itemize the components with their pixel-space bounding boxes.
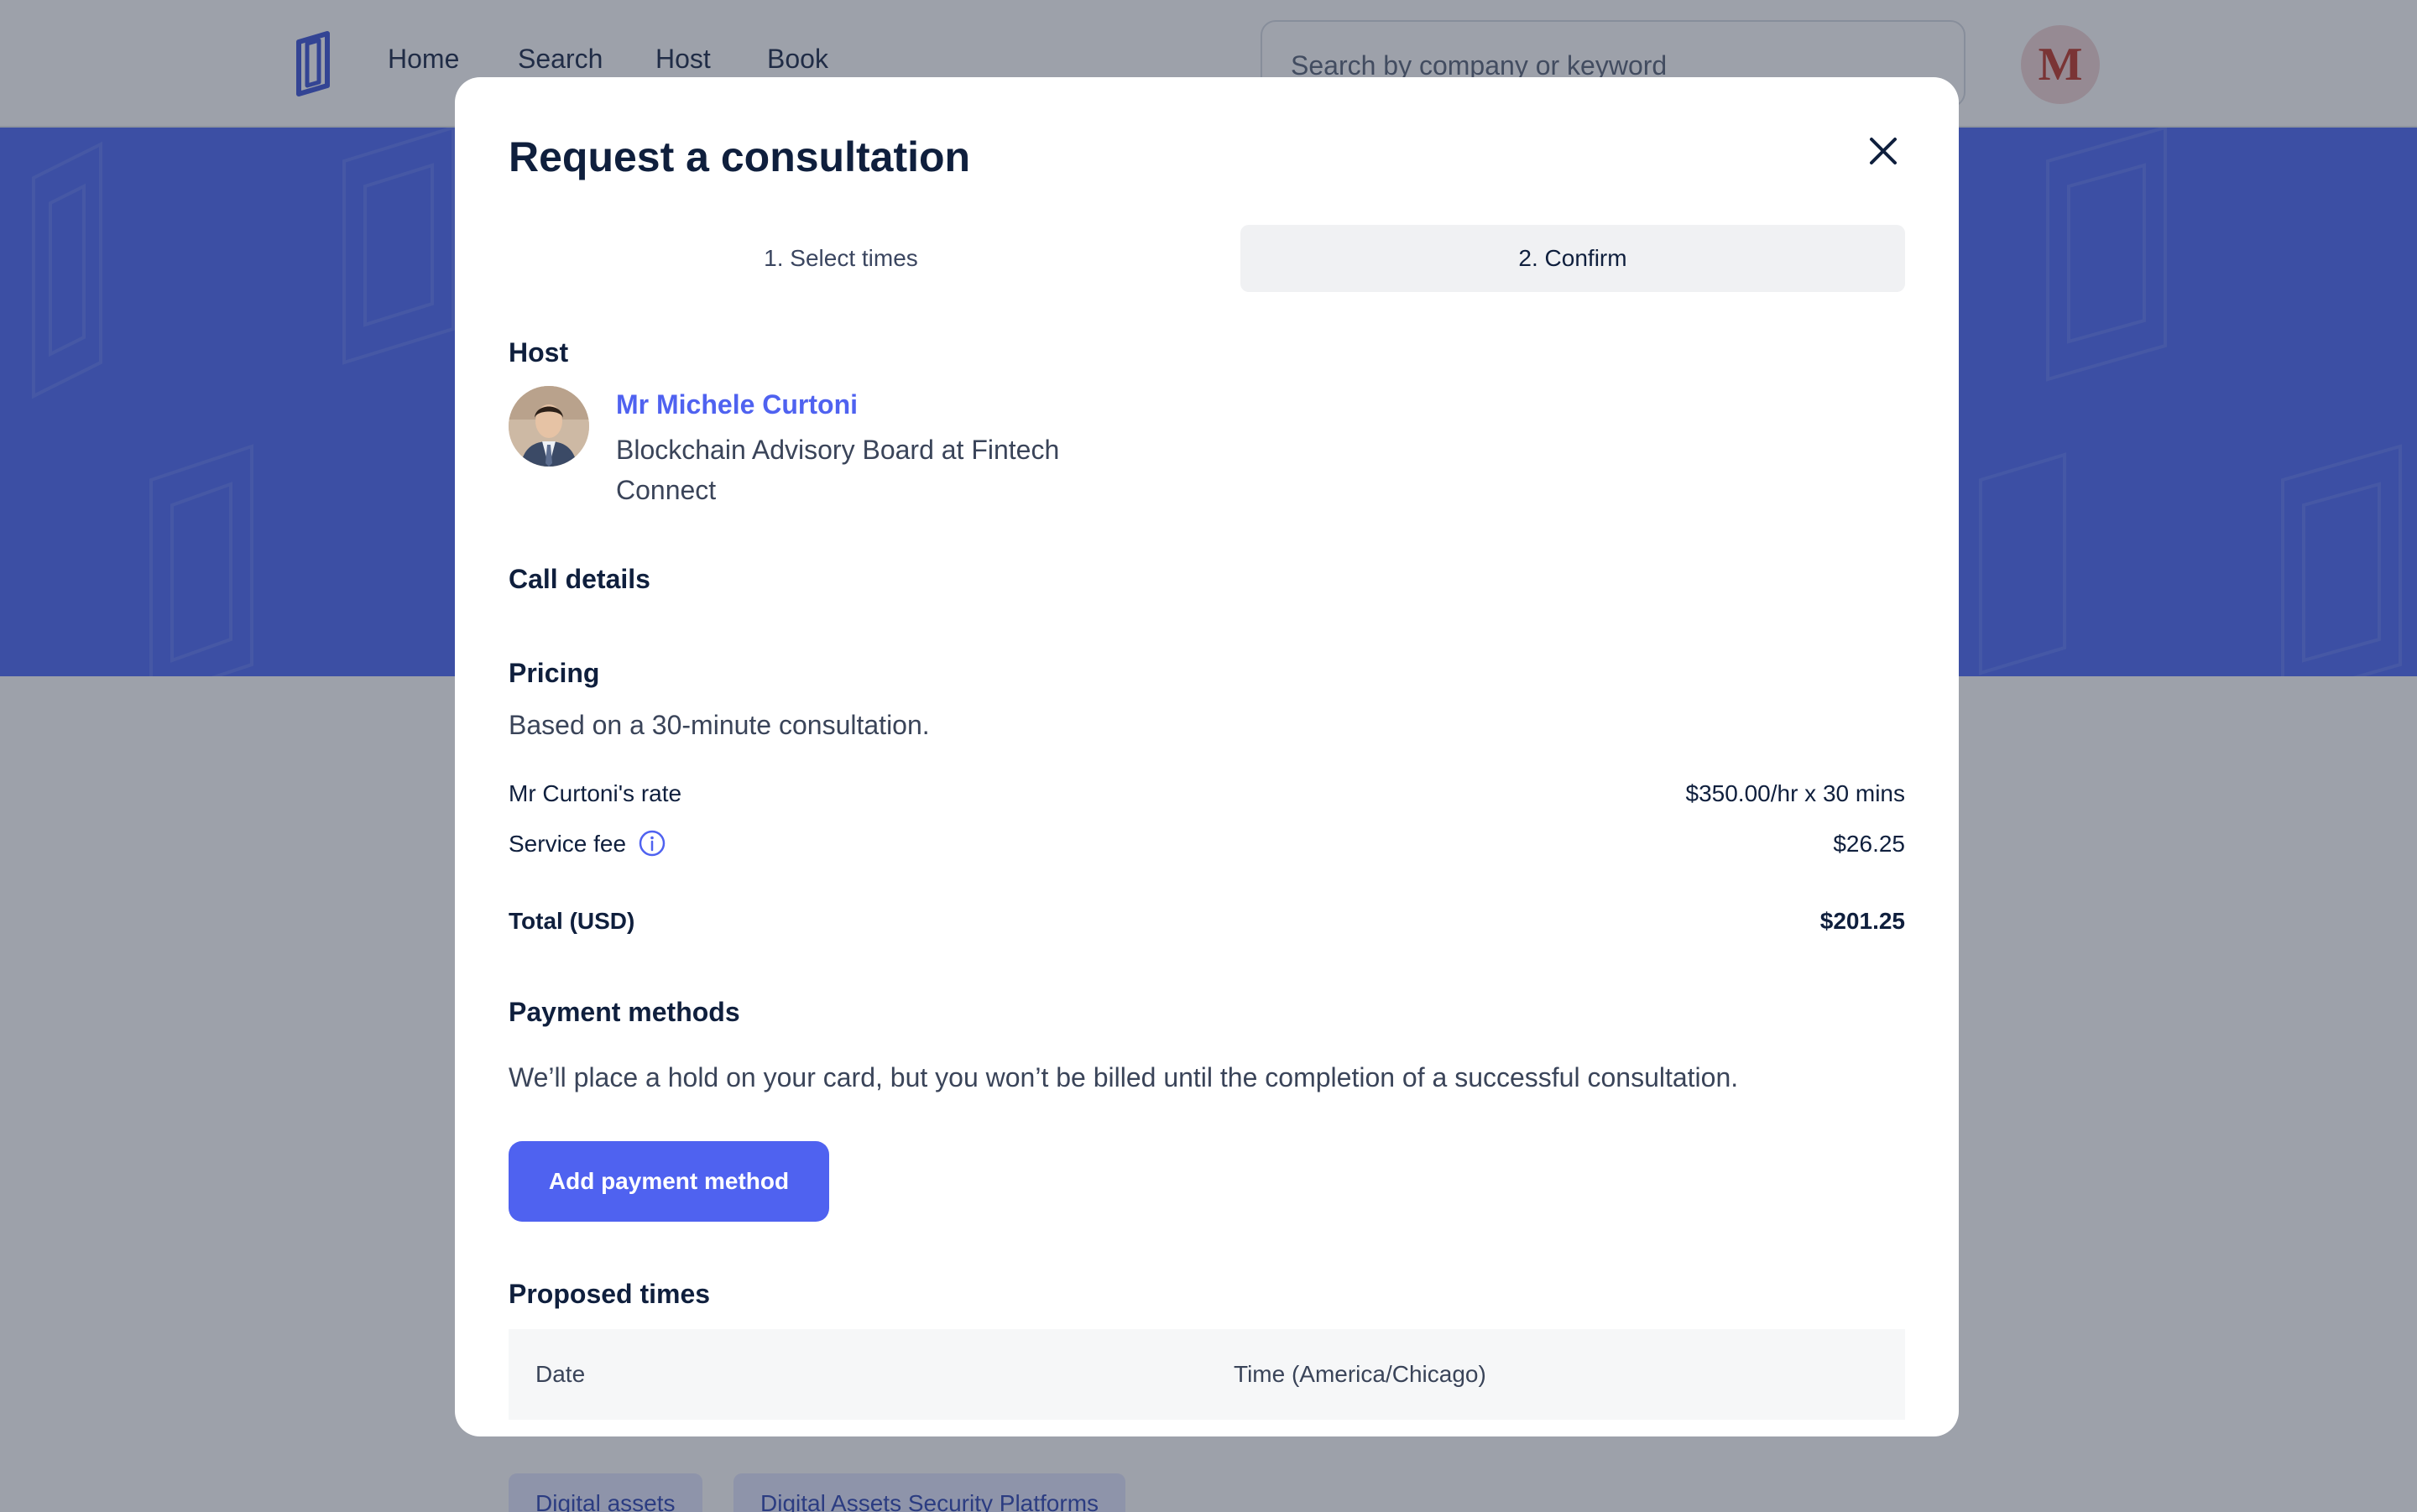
total-value: $201.25 — [1819, 908, 1905, 934]
rate-value: $350.00/hr x 30 mins — [1685, 780, 1906, 806]
pricing-description: Based on a 30-minute consultation. — [509, 710, 930, 740]
rate-label: Mr Curtoni's rate — [509, 780, 682, 806]
column-header-date: Date — [535, 1361, 586, 1387]
proposed-times-title: Proposed times — [509, 1279, 711, 1309]
total-label: Total (USD) — [509, 908, 635, 934]
proposed-times-table-header: Date Time (America/Chicago) — [509, 1329, 1905, 1420]
column-header-time: Time (America/Chicago) — [1234, 1361, 1486, 1387]
modal-title: Request a consultation — [509, 133, 971, 180]
payment-methods-title: Payment methods — [509, 997, 740, 1027]
info-icon[interactable] — [638, 829, 666, 858]
host-section-title: Host — [509, 337, 569, 368]
payment-description: We’ll place a hold on your card, but you… — [509, 1062, 1739, 1092]
tab-confirm[interactable]: 2. Confirm — [1240, 225, 1905, 292]
close-icon[interactable] — [1861, 129, 1905, 173]
consultation-modal: Request a consultation 1. Select times 2… — [455, 77, 1959, 1436]
add-payment-method-button[interactable]: Add payment method — [509, 1141, 829, 1222]
service-fee-label: Service fee — [509, 831, 627, 857]
host-name-link[interactable]: Mr Michele Curtoni — [616, 389, 858, 420]
pricing-title: Pricing — [509, 658, 600, 688]
service-fee-value: $26.25 — [1833, 831, 1905, 857]
host-role: Blockchain Advisory Board at Fintech Con… — [616, 435, 1060, 505]
host-photo-icon — [509, 386, 589, 467]
call-details-title: Call details — [509, 564, 650, 594]
tab-select-times[interactable]: 1. Select times — [509, 225, 1173, 292]
host-avatar[interactable] — [509, 386, 589, 467]
